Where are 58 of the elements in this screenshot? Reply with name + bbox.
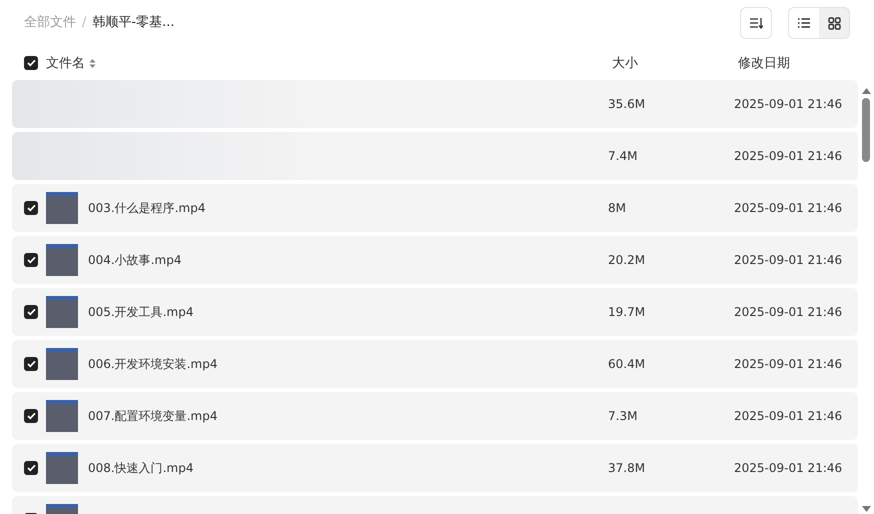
file-row[interactable]: 007.配置环境变量.mp4 7.3M 2025-09-01 21:46: [12, 392, 858, 440]
file-name: 007.配置环境变量.mp4: [88, 408, 218, 424]
name-column-header[interactable]: 文件名: [46, 54, 85, 72]
modified-date: 2025-09-01 21:46: [734, 253, 844, 267]
current-folder: 韩顺平-零基...: [92, 14, 174, 31]
check-icon: [26, 256, 36, 264]
date-column-header: 修改日期: [738, 55, 791, 72]
breadcrumb-separator: /: [82, 14, 86, 30]
list-view-button[interactable]: [789, 8, 819, 38]
check-icon: [26, 360, 36, 368]
video-thumbnail: [46, 192, 78, 224]
modified-date: 2025-09-01 21:46: [734, 149, 844, 163]
modified-date: 2025-09-01 21:46: [734, 201, 844, 215]
file-name: 005.开发工具.mp4: [88, 304, 194, 320]
file-row[interactable]: 006.开发环境安装.mp4 60.4M 2025-09-01 21:46: [12, 340, 858, 388]
modified-date: 2025-09-01 21:46: [734, 305, 844, 319]
file-size: 37.8M: [608, 461, 646, 475]
file-size: 19.7M: [608, 305, 646, 319]
file-size: 8M: [608, 201, 627, 215]
video-thumbnail: [46, 244, 78, 276]
modified-date: 2025-09-01 21:46: [734, 461, 844, 475]
file-name: 003.什么是程序.mp4: [88, 200, 206, 216]
sort-icon: [749, 17, 763, 29]
file-row[interactable]: 35.6M 2025-09-01 21:46: [12, 80, 858, 128]
modified-date: 2025-09-01 21:46: [734, 409, 844, 423]
file-row[interactable]: 008.快速入门.mp4 37.8M 2025-09-01 21:46: [12, 444, 858, 492]
scroll-down-icon: [862, 506, 870, 512]
sort-arrows-icon: [89, 58, 96, 68]
select-all-checkbox[interactable]: [24, 56, 38, 70]
check-icon: [26, 308, 36, 316]
file-row[interactable]: 004.小故事.mp4 20.2M 2025-09-01 21:46: [12, 236, 858, 284]
file-size: 20.2M: [608, 253, 646, 267]
sort-button[interactable]: [740, 7, 772, 39]
video-thumbnail: [46, 296, 78, 328]
modified-date: 2025-09-01 21:46: [734, 357, 844, 371]
file-row[interactable]: 005.开发工具.mp4 19.7M 2025-09-01 21:46: [12, 288, 858, 336]
file-row[interactable]: 003.什么是程序.mp4 8M 2025-09-01 21:46: [12, 184, 858, 232]
check-icon: [26, 204, 36, 212]
file-size: 7.4M: [608, 149, 638, 163]
check-icon: [26, 59, 36, 67]
file-name: 006.开发环境安装.mp4: [88, 356, 218, 372]
scroll-up-icon: [862, 88, 870, 94]
file-name: 008.快速入门.mp4: [88, 460, 194, 476]
scrollbar-thumb[interactable]: [862, 98, 870, 162]
check-icon: [26, 412, 36, 420]
modified-date: 2025-09-01 21:46: [734, 97, 844, 111]
video-thumbnail: [46, 452, 78, 484]
grid-icon: [828, 16, 840, 30]
file-size: 35.6M: [608, 97, 646, 111]
video-thumbnail: [46, 348, 78, 380]
size-column-header: 大小: [612, 55, 639, 72]
file-size: 60.4M: [608, 357, 646, 371]
video-thumbnail: [46, 400, 78, 432]
file-size: 7.3M: [608, 409, 638, 423]
list-icon: [797, 17, 811, 29]
file-name: 004.小故事.mp4: [88, 252, 182, 268]
file-row[interactable]: 7.4M 2025-09-01 21:46: [12, 132, 858, 180]
check-icon: [26, 464, 36, 472]
